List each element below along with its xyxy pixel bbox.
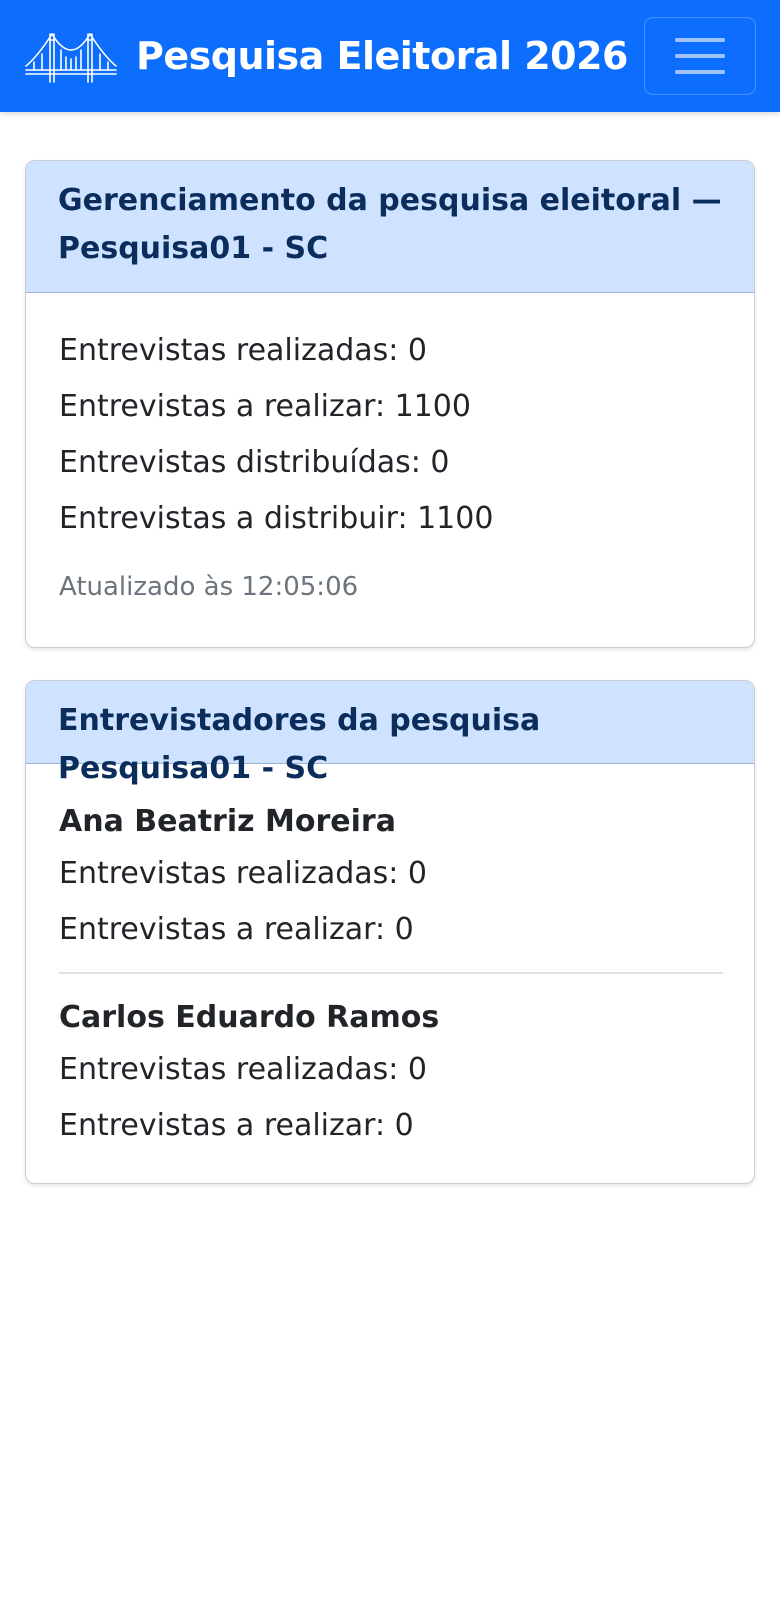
hamburger-menu-icon: [675, 38, 725, 42]
interviewer-todo: Entrevistas a realizar: 0: [59, 1108, 414, 1143]
stat-interviews-done: Entrevistas realizadas: 0: [59, 333, 427, 368]
stat-interviews-distributed: Entrevistas distribuídas: 0: [59, 445, 450, 480]
survey-management-title: Gerenciamento da pesquisa eleitoral — Pe…: [26, 161, 754, 293]
survey-management-card: Gerenciamento da pesquisa eleitoral — Pe…: [25, 160, 755, 648]
list-item: Ana Beatriz Moreira Entrevistas realizad…: [59, 798, 721, 958]
stat-interviews-todo: Entrevistas a realizar: 1100: [59, 389, 471, 424]
hamburger-menu-icon: [675, 54, 725, 58]
stat-interviews-to-distribute: Entrevistas a distribuir: 1100: [59, 501, 494, 536]
interviewer-name: Ana Beatriz Moreira: [59, 804, 396, 839]
survey-management-body: Entrevistas realizadas: 0 Entrevistas a …: [26, 293, 754, 602]
interviewer-name: Carlos Eduardo Ramos: [59, 1000, 440, 1035]
interviewer-done: Entrevistas realizadas: 0: [59, 856, 427, 891]
list-divider: [59, 972, 723, 974]
hamburger-menu-icon: [675, 70, 725, 74]
list-item: Carlos Eduardo Ramos Entrevistas realiza…: [59, 994, 721, 1154]
last-updated-text: Atualizado às 12:05:06: [59, 572, 359, 602]
interviewer-todo: Entrevistas a realizar: 0: [59, 912, 414, 947]
brand-link[interactable]: Pesquisa Eleitoral 2026: [24, 26, 628, 86]
app-title: Pesquisa Eleitoral 2026: [136, 34, 628, 78]
interviewers-card: Entrevistadores da pesquisa Pesquisa01 -…: [25, 680, 755, 1184]
interviewers-list: Ana Beatriz Moreira Entrevistas realizad…: [26, 764, 754, 1154]
bridge-logo-icon: [25, 33, 117, 83]
interviewers-title: Entrevistadores da pesquisa Pesquisa01 -…: [26, 681, 754, 786]
interviewer-done: Entrevistas realizadas: 0: [59, 1052, 427, 1087]
top-navbar: Pesquisa Eleitoral 2026: [0, 0, 780, 112]
menu-toggle-button[interactable]: [644, 17, 756, 95]
